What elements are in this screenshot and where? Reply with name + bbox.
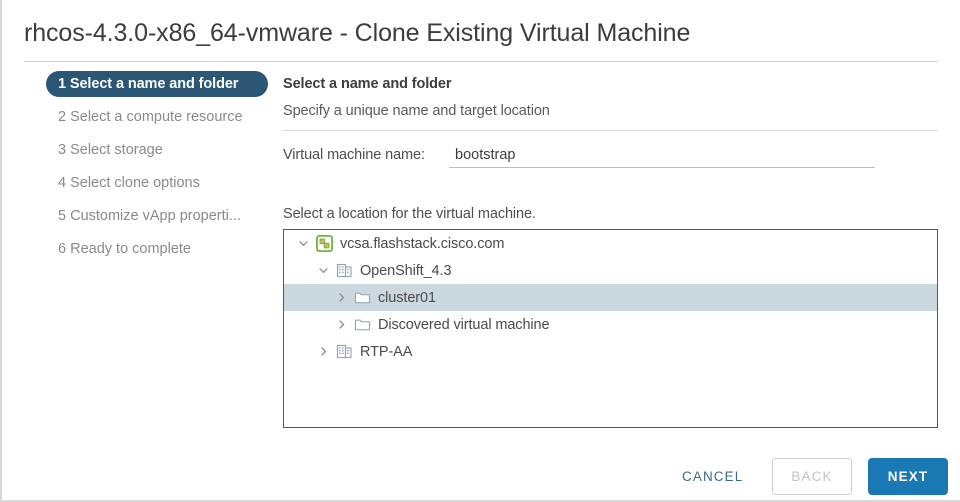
clone-vm-wizard: rhcos-4.3.0-x86_64-vmware - Clone Existi… <box>0 0 960 502</box>
section-title: Select a name and folder <box>283 76 452 92</box>
sidebar-item-ready-to-complete[interactable]: 6 Ready to complete <box>46 236 272 262</box>
chevron-down-icon[interactable] <box>292 238 314 249</box>
sidebar-item-select-compute-resource[interactable]: 2 Select a compute resource <box>46 104 272 130</box>
chevron-right-icon[interactable] <box>330 319 352 330</box>
tree-node-label: vcsa.flashstack.cisco.com <box>340 235 505 252</box>
next-button[interactable]: NEXT <box>868 458 948 495</box>
tree-row[interactable]: OpenShift_4.3 <box>284 257 937 284</box>
page-title: rhcos-4.3.0-x86_64-vmware - Clone Existi… <box>24 19 691 47</box>
inventory-tree[interactable]: vcsa.flashstack.cisco.com OpenShift_4.3 … <box>283 229 938 428</box>
vm-name-row: Virtual machine name: <box>283 144 939 173</box>
wizard-title-bar: rhcos-4.3.0-x86_64-vmware - Clone Existi… <box>2 0 960 62</box>
tree-node-label: Discovered virtual machine <box>378 316 550 333</box>
tree-row[interactable]: vcsa.flashstack.cisco.com <box>284 230 937 257</box>
tree-node-label: RTP-AA <box>360 343 413 360</box>
chevron-right-icon[interactable] <box>312 346 334 357</box>
section-subtitle: Specify a unique name and target locatio… <box>283 103 550 119</box>
sidebar-item-select-name-and-folder[interactable]: 1 Select a name and folder <box>46 71 268 97</box>
tree-row[interactable]: cluster01 <box>284 284 937 311</box>
sidebar-item-select-storage[interactable]: 3 Select storage <box>46 137 272 163</box>
datacenter-icon <box>334 262 354 279</box>
vm-name-input[interactable] <box>449 144 875 168</box>
chevron-down-icon[interactable] <box>312 265 334 276</box>
folder-icon <box>352 316 372 333</box>
section-divider <box>283 130 938 131</box>
title-divider <box>24 61 938 62</box>
datacenter-icon <box>334 343 354 360</box>
sidebar-item-customize-vapp-properties[interactable]: 5 Customize vApp properti... <box>46 203 272 229</box>
cancel-button[interactable]: CANCEL <box>674 461 751 493</box>
vcenter-icon <box>314 235 334 252</box>
tree-row[interactable]: RTP-AA <box>284 338 937 365</box>
back-button[interactable]: BACK <box>772 458 852 495</box>
location-instruction-label: Select a location for the virtual machin… <box>283 206 536 222</box>
tree-node-label: OpenShift_4.3 <box>360 262 452 279</box>
tree-row[interactable]: Discovered virtual machine <box>284 311 937 338</box>
wizard-footer: CANCEL BACK NEXT <box>2 452 960 502</box>
folder-icon <box>352 289 372 306</box>
sidebar-item-select-clone-options[interactable]: 4 Select clone options <box>46 170 272 196</box>
content-header: Select a name and folder Specify a uniqu… <box>283 76 939 131</box>
tree-node-label: cluster01 <box>378 289 436 306</box>
chevron-right-icon[interactable] <box>330 292 352 303</box>
wizard-step-list: 1 Select a name and folder 2 Select a co… <box>46 71 272 269</box>
vm-name-label: Virtual machine name: <box>283 147 425 163</box>
